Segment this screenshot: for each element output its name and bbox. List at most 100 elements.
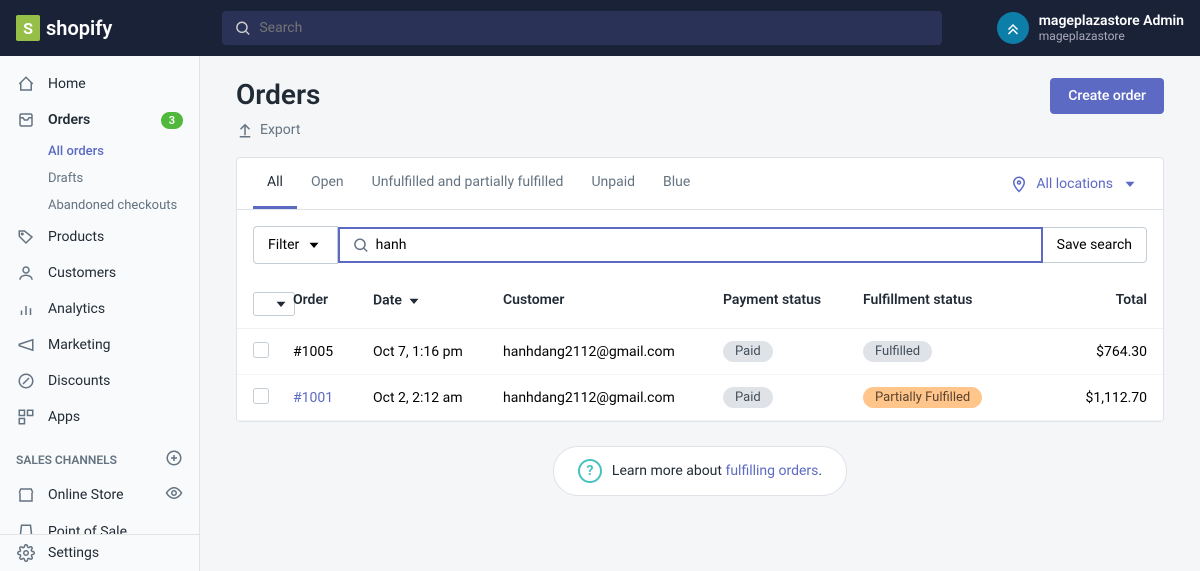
orders-table: Order Date Customer Payment status Fulfi… — [237, 280, 1163, 421]
megaphone-icon — [16, 335, 36, 355]
sidebar-item-label: Orders — [48, 112, 90, 128]
sidebar-item-analytics[interactable]: Analytics — [0, 291, 199, 327]
avatar — [997, 12, 1029, 44]
tab-unpaid[interactable]: Unpaid — [577, 158, 649, 209]
caret-down-icon — [405, 292, 423, 310]
fulfillment-status: Partially Fulfilled — [863, 387, 1083, 408]
save-search-button[interactable]: Save search — [1043, 227, 1147, 263]
upload-icon — [236, 121, 254, 139]
filter-search-box[interactable] — [338, 227, 1042, 263]
export-button[interactable]: Export — [236, 121, 320, 139]
sidebar-item-products[interactable]: Products — [0, 219, 199, 255]
top-bar: S shopify mageplazastore Admin mageplaza… — [0, 0, 1200, 56]
col-order[interactable]: Order — [293, 292, 373, 316]
avatar-icon — [1004, 19, 1022, 37]
sidebar-item-label: Apps — [48, 409, 80, 425]
table-row[interactable]: #1001Oct 2, 2:12 amhanhdang2112@gmail.co… — [237, 375, 1163, 421]
sidebar-item-customers[interactable]: Customers — [0, 255, 199, 291]
payment-status: Paid — [723, 341, 863, 362]
shopify-bag-icon: S — [16, 15, 40, 41]
person-icon — [16, 263, 36, 283]
order-total: $764.30 — [1083, 344, 1147, 360]
user-menu[interactable]: mageplazastore Admin mageplazastore — [977, 12, 1184, 44]
chart-icon — [16, 299, 36, 319]
table-header: Order Date Customer Payment status Fulfi… — [237, 280, 1163, 329]
orders-count-badge: 3 — [161, 112, 183, 129]
col-customer[interactable]: Customer — [503, 292, 723, 316]
filter-label: Filter — [268, 237, 299, 253]
sidebar-item-orders[interactable]: Orders 3 — [0, 102, 199, 138]
sidebar-item-label: Marketing — [48, 337, 111, 353]
orders-card: AllOpenUnfulfilled and partially fulfill… — [236, 157, 1164, 422]
col-date[interactable]: Date — [373, 292, 503, 316]
sidebar-item-label: Analytics — [48, 301, 105, 317]
sidebar-item-label: Products — [48, 229, 104, 245]
search-input[interactable] — [259, 20, 930, 36]
tab-unfulfilled-and-partially-fulfilled[interactable]: Unfulfilled and partially fulfilled — [358, 158, 578, 209]
order-number[interactable]: #1001 — [293, 390, 373, 406]
tag-icon — [16, 227, 36, 247]
select-all-checkbox[interactable] — [253, 292, 293, 316]
order-customer: hanhdang2112@gmail.com — [503, 344, 723, 360]
page-header: Orders Export Create order — [236, 78, 1164, 139]
callout-text: Learn more about fulfilling orders. — [612, 463, 822, 479]
col-fulfillment[interactable]: Fulfillment status — [863, 292, 1083, 316]
sidebar-item-label: Discounts — [48, 373, 110, 389]
tab-all[interactable]: All — [253, 158, 297, 209]
caret-down-icon — [272, 295, 290, 313]
sidebar-item-label: Home — [48, 76, 86, 92]
sidebar-item-settings[interactable]: Settings — [0, 534, 199, 571]
channel-online-store[interactable]: Online Store — [0, 476, 199, 514]
sidebar-item-marketing[interactable]: Marketing — [0, 327, 199, 363]
apps-icon — [16, 407, 36, 427]
logo[interactable]: S shopify — [16, 15, 222, 41]
section-label: SALES CHANNELS — [16, 453, 117, 467]
order-total: $1,112.70 — [1083, 390, 1147, 406]
sidebar-item-home[interactable]: Home — [0, 66, 199, 102]
sidebar-item-label: Customers — [48, 265, 116, 281]
locations-dropdown[interactable]: All locations — [1002, 159, 1147, 209]
tab-open[interactable]: Open — [297, 158, 358, 209]
info-callout: ? Learn more about fulfilling orders. — [236, 446, 1164, 496]
user-name: mageplazastore Admin — [1039, 13, 1184, 29]
sidebar-subitem-drafts[interactable]: Drafts — [0, 165, 199, 192]
sidebar-item-discounts[interactable]: Discounts — [0, 363, 199, 399]
search-box[interactable] — [222, 11, 942, 45]
search-icon — [352, 236, 369, 254]
table-row[interactable]: #1005Oct 7, 1:16 pmhanhdang2112@gmail.co… — [237, 329, 1163, 375]
tab-blue[interactable]: Blue — [649, 158, 704, 209]
callout-box: ? Learn more about fulfilling orders. — [553, 446, 847, 496]
logo-text: shopify — [46, 16, 112, 40]
create-order-button[interactable]: Create order — [1050, 78, 1164, 114]
search-icon — [234, 19, 251, 37]
order-date: Oct 7, 1:16 pm — [373, 344, 503, 360]
store-icon — [16, 485, 36, 505]
caret-down-icon — [305, 236, 323, 254]
col-total[interactable]: Total — [1083, 292, 1147, 316]
sidebar-subitem-all-orders[interactable]: All orders — [0, 138, 199, 165]
view-store-icon[interactable] — [165, 484, 183, 506]
fulfillment-status: Fulfilled — [863, 341, 1083, 362]
order-customer: hanhdang2112@gmail.com — [503, 390, 723, 406]
row-checkbox[interactable] — [253, 342, 293, 362]
sidebar-item-apps[interactable]: Apps — [0, 399, 199, 435]
help-icon: ? — [578, 459, 602, 483]
filter-search-input[interactable] — [376, 237, 1029, 253]
home-icon — [16, 74, 36, 94]
fulfilling-orders-link[interactable]: fulfilling orders — [725, 463, 818, 479]
page-title: Orders — [236, 78, 320, 111]
user-info: mageplazastore Admin mageplazastore — [1039, 13, 1184, 43]
location-pin-icon — [1010, 175, 1028, 193]
chevron-down-icon — [1121, 175, 1139, 193]
row-checkbox[interactable] — [253, 388, 293, 408]
sidebar-item-label: Settings — [48, 545, 99, 561]
sidebar-subitem-abandoned[interactable]: Abandoned checkouts — [0, 192, 199, 219]
payment-status: Paid — [723, 387, 863, 408]
order-date: Oct 2, 2:12 am — [373, 390, 503, 406]
col-payment[interactable]: Payment status — [723, 292, 863, 316]
filter-button[interactable]: Filter — [253, 226, 338, 264]
add-channel-button[interactable] — [165, 449, 183, 470]
tabs-row: AllOpenUnfulfilled and partially fulfill… — [237, 158, 1163, 210]
order-number[interactable]: #1005 — [293, 344, 373, 360]
sales-channels-header: SALES CHANNELS — [0, 435, 199, 476]
